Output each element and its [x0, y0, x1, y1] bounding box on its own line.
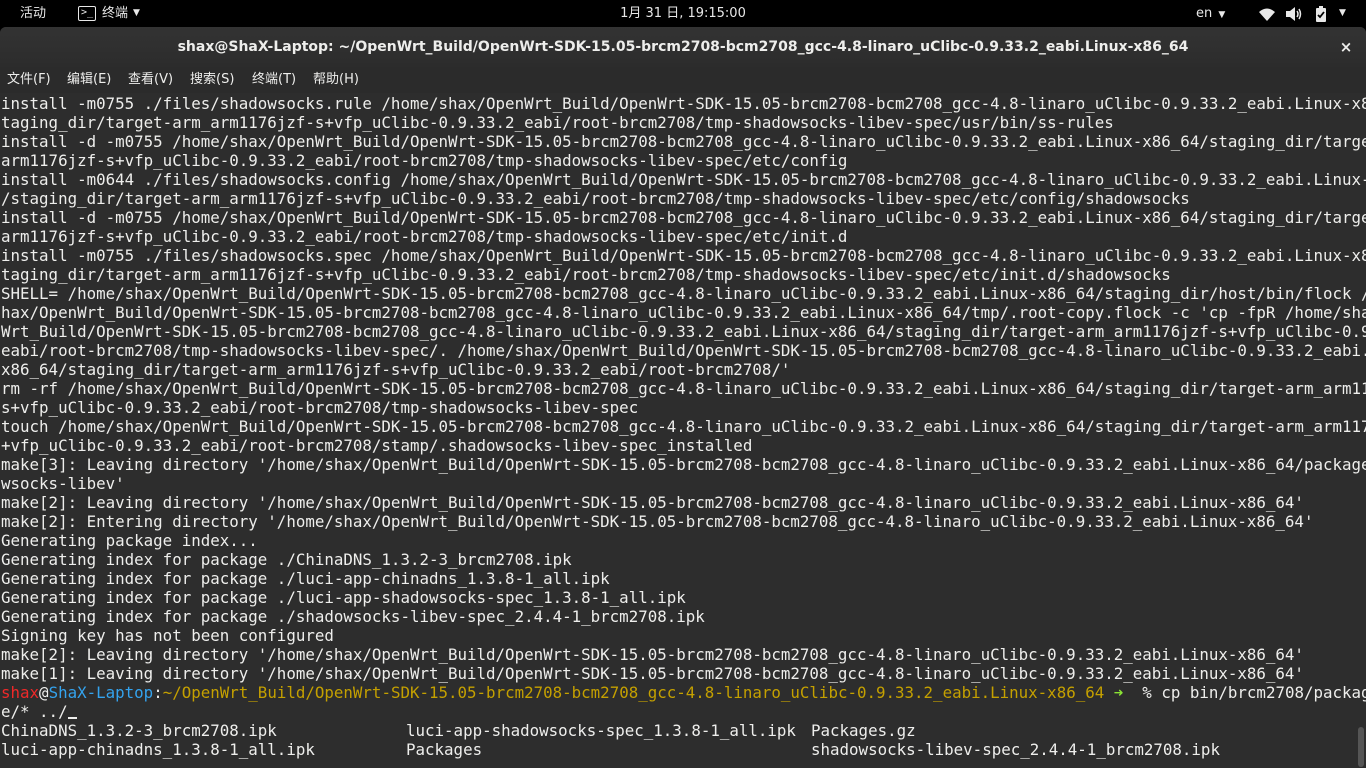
menu-file[interactable]: 文件(F): [7, 67, 51, 93]
language-indicator[interactable]: en ▼: [1196, 0, 1225, 27]
terminal-line: install -m0755 ./files/shadowsocks.spec …: [1, 246, 1366, 265]
terminal-line: make[2]: Leaving directory '/home/shax/O…: [1, 645, 1304, 664]
terminal-line: make[3]: Leaving directory '/home/shax/O…: [1, 455, 1366, 474]
language-label: en: [1196, 6, 1213, 21]
menu-help[interactable]: 帮助(H): [313, 67, 359, 93]
terminal-line: rm -rf /home/shax/OpenWrt_Build/OpenWrt-…: [1, 379, 1366, 398]
menu-view[interactable]: 查看(V): [128, 67, 173, 93]
terminal-line: Generating index for package ./ChinaDNS_…: [1, 550, 572, 569]
terminal-line: arm1176jzf-s+vfp_uClibc-0.9.33.2_eabi/ro…: [1, 151, 848, 170]
terminal-window: shax@ShaX-Laptop: ~/OpenWrt_Build/OpenWr…: [0, 27, 1366, 768]
volume-icon: [1286, 6, 1302, 21]
top-panel: 活动 >_ 终端 ▼ 1月 31 日, 19:15:00 en ▼ ▼: [0, 0, 1366, 27]
ls-entry: luci-app-chinadns_1.3.8-1_all.ipk: [1, 740, 315, 759]
terminal-line: Signing key has not been configured: [1, 626, 334, 645]
window-title: shax@ShaX-Laptop: ~/OpenWrt_Build/OpenWr…: [177, 39, 1189, 55]
terminal-line: Generating index for package ./shadowsoc…: [1, 607, 705, 626]
clock[interactable]: 1月 31 日, 19:15:00: [0, 0, 1366, 27]
scrollbar-thumb[interactable]: [1358, 727, 1364, 767]
ls-entry: shadowsocks-libev-spec_2.4.4-1_brcm2708.…: [811, 740, 1220, 759]
ls-entry: luci-app-shadowsocks-spec_1.3.8-1_all.ip…: [406, 721, 796, 740]
prompt-path: ~/OpenWrt_Build/OpenWrt-SDK-15.05-brcm27…: [162, 683, 1105, 702]
chevron-down-icon: ▼: [1218, 10, 1226, 20]
battery-icon: [1316, 5, 1326, 22]
terminal-line: taging_dir/target-arm_arm1176jzf-s+vfp_u…: [1, 265, 1171, 284]
shell-prompt: shax@ShaX-Laptop:~/OpenWrt_Build/OpenWrt…: [0, 683, 1366, 702]
menu-search[interactable]: 搜索(S): [190, 67, 234, 93]
system-tray[interactable]: ▼: [1258, 0, 1346, 27]
terminal-line: Generating index for package ./luci-app-…: [1, 569, 610, 588]
terminal-line: taging_dir/target-arm_arm1176jzf-s+vfp_u…: [1, 113, 1114, 132]
terminal-output[interactable]: install -m0755 ./files/shadowsocks.rule …: [0, 93, 1366, 768]
prompt-user: shax: [1, 683, 40, 702]
command-continuation: e/* ../: [0, 702, 1366, 721]
terminal-line: make[1]: Leaving directory '/home/shax/O…: [1, 664, 1304, 683]
terminal-line: install -d -m0755 /home/shax/OpenWrt_Bui…: [1, 208, 1366, 227]
terminal-line: hax/OpenWrt_Build/OpenWrt-SDK-15.05-brcm…: [1, 303, 1366, 322]
chevron-down-icon: ▼: [1339, 8, 1346, 18]
terminal-line: s+vfp_uClibc-0.9.33.2_eabi/root-brcm2708…: [1, 398, 639, 417]
terminal-line: wsocks-libev': [1, 474, 125, 493]
ls-row: ChinaDNS_1.3.2-3_brcm2708.ipk luci-app-s…: [0, 721, 1366, 740]
terminal-line: arm1176jzf-s+vfp_uClibc-0.9.33.2_eabi/ro…: [1, 227, 848, 246]
prompt-colon: :: [153, 683, 163, 702]
menu-terminal[interactable]: 终端(T): [252, 67, 296, 93]
prompt-host: ShaX-Laptop: [48, 683, 154, 702]
terminal-line: Generating index for package ./luci-app-…: [1, 588, 686, 607]
terminal-line: install -m0644 ./files/shadowsocks.confi…: [1, 170, 1366, 189]
terminal-line: Wrt_Build/OpenWrt-SDK-15.05-brcm2708-bcm…: [1, 322, 1366, 341]
terminal-line: install -d -m0755 /home/shax/OpenWrt_Bui…: [1, 132, 1366, 151]
command-continuation-text: e/* ../: [1, 702, 68, 721]
terminal-scrollbar[interactable]: [1358, 97, 1364, 767]
terminal-line: eabi/root-brcm2708/tmp-shadowsocks-libev…: [1, 341, 1366, 360]
close-button[interactable]: ×: [1338, 37, 1354, 57]
prompt-arrow-icon: ➜: [1104, 683, 1133, 702]
prompt-at: @: [39, 683, 49, 702]
ls-entry: Packages.gz: [811, 721, 916, 740]
terminal-line: make[2]: Leaving directory '/home/shax/O…: [1, 493, 1304, 512]
prompt-command: % cp bin/brcm2708/packages/bas: [1142, 683, 1366, 702]
text-cursor: [67, 717, 77, 719]
menu-bar: 文件(F) 编辑(E) 查看(V) 搜索(S) 终端(T) 帮助(H): [0, 67, 1366, 93]
terminal-line: x86_64/staging_dir/target-arm_arm1176jzf…: [1, 360, 791, 379]
ls-row: luci-app-chinadns_1.3.8-1_all.ipk Packag…: [0, 740, 1366, 759]
terminal-line: +vfp_uClibc-0.9.33.2_eabi/root-brcm2708/…: [1, 436, 753, 455]
terminal-line: install -m0755 ./files/shadowsocks.rule …: [1, 94, 1366, 113]
terminal-line: /staging_dir/target-arm_arm1176jzf-s+vfp…: [1, 189, 1190, 208]
window-titlebar[interactable]: shax@ShaX-Laptop: ~/OpenWrt_Build/OpenWr…: [0, 27, 1366, 67]
ls-entry: ChinaDNS_1.3.2-3_brcm2708.ipk: [1, 721, 277, 740]
output-lines: install -m0755 ./files/shadowsocks.rule …: [0, 94, 1366, 683]
ls-entry: Packages: [406, 740, 483, 759]
terminal-line: touch /home/shax/OpenWrt_Build/OpenWrt-S…: [1, 417, 1366, 436]
terminal-line: Generating package index...: [1, 531, 258, 550]
wifi-icon: [1259, 8, 1275, 21]
menu-edit[interactable]: 编辑(E): [67, 67, 111, 93]
terminal-line: make[2]: Entering directory '/home/shax/…: [1, 512, 1314, 531]
terminal-line: SHELL= /home/shax/OpenWrt_Build/OpenWrt-…: [1, 284, 1366, 303]
